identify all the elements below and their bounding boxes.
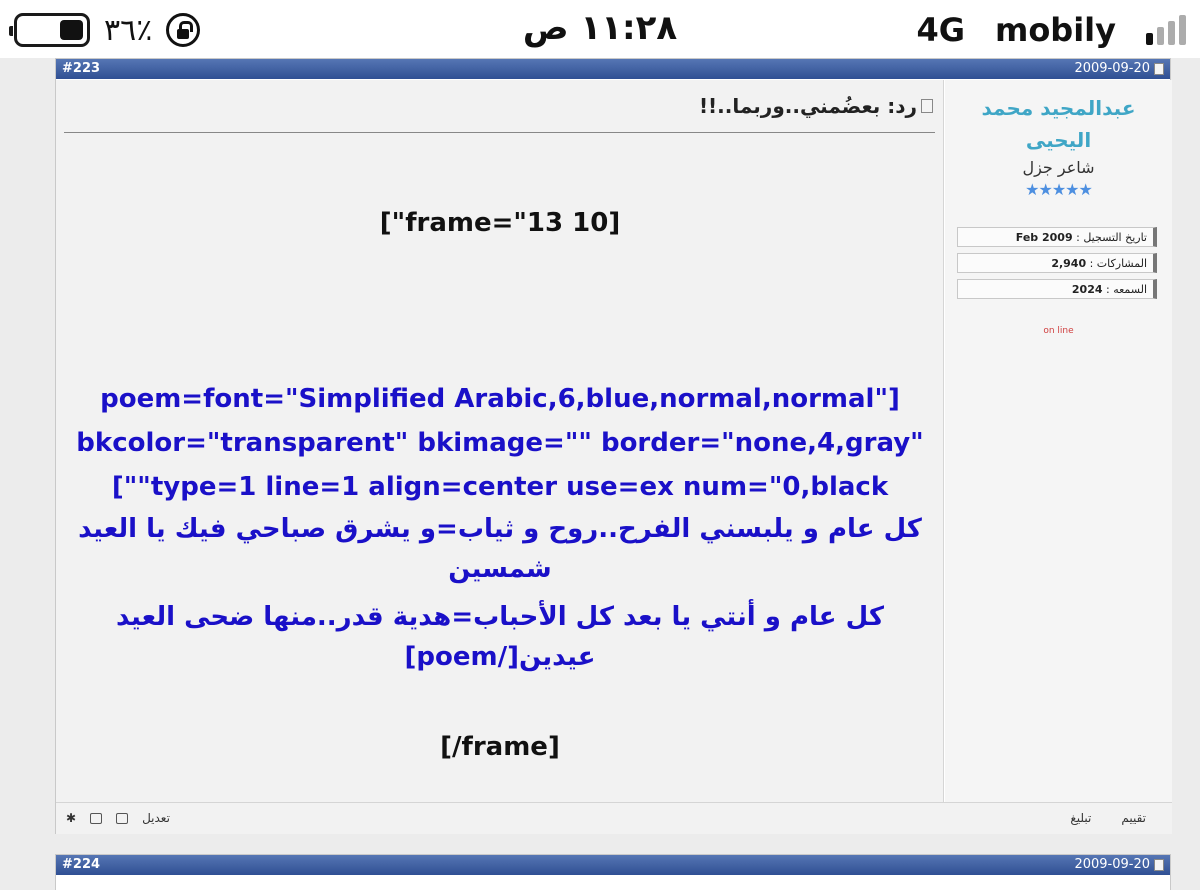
footer-actions: ✱ تعديل [66, 811, 170, 825]
quote-icon[interactable] [116, 812, 129, 824]
status-right: 4G mobily [916, 10, 1186, 50]
username-line[interactable]: عبدالمجيد محمد [945, 92, 1172, 124]
post-date-text: 2009-09-20 [1074, 857, 1150, 872]
stat-reputation: السمعه : 2024 [957, 279, 1157, 299]
stat-join-date: تاريخ التسجيل : Feb 2009 [957, 227, 1157, 247]
footer-links: تقييم تبليغ [1070, 811, 1146, 825]
asterisk-icon[interactable]: ✱ [66, 811, 76, 825]
poem-param-line: poem=font="Simplified Arabic,6,blue,norm… [100, 384, 900, 414]
post: #223 2009-09-20 رد: بعضُمني..وربما..!! [… [55, 58, 1172, 834]
post-date: 2009-09-20 [1074, 857, 1164, 872]
title-divider [64, 132, 935, 133]
post-date-text: 2009-09-20 [1074, 61, 1150, 76]
report-button[interactable]: تبليغ [1070, 811, 1091, 825]
multi-quote-icon[interactable] [90, 812, 103, 824]
network-type: 4G [916, 11, 965, 49]
frame-close-tag: [/frame] [440, 732, 560, 762]
document-icon [1154, 858, 1164, 871]
signal-bars-icon [1146, 15, 1186, 45]
user-rank: شاعر جزل [1022, 158, 1095, 177]
username-line[interactable]: اليحيى [945, 124, 1172, 156]
username-link[interactable]: عبدالمجيد محمد اليحيى [945, 92, 1172, 156]
post-body: رد: بعضُمني..وربما..!! ["frame="13 10] p… [56, 80, 1172, 802]
post-title-icon [921, 99, 933, 113]
poem-verse: عيدين[/poem] [404, 642, 596, 672]
poem-verse: كل عام و يلبسني الفرح..روح و ثياب=و يشرق… [78, 514, 922, 544]
post-title: رد: بعضُمني..وربما..!! [699, 94, 933, 118]
document-icon [1154, 62, 1164, 75]
status-bar: ٣٦٪ ١١:٢٨ ص 4G mobily [0, 0, 1200, 58]
post-date: 2009-09-20 [1074, 61, 1164, 76]
poem-verse: كل عام و أنتي يا بعد كل الأحباب=هدية قدر… [116, 602, 884, 632]
stat-posts: المشاركات : 2,940 [957, 253, 1157, 273]
post-footer: ✱ تعديل تقييم تبليغ [56, 802, 1172, 834]
post: #224 2009-09-20 [55, 854, 1171, 890]
user-info-panel: عبدالمجيد محمد اليحيى شاعر جزل ★★★★★ تار… [945, 80, 1172, 802]
forum-page[interactable]: #223 2009-09-20 رد: بعضُمني..وربما..!! [… [0, 58, 1200, 890]
rate-button[interactable]: تقييم [1121, 811, 1146, 825]
carrier-name: mobily [994, 11, 1116, 49]
frame-open-tag: ["frame="13 10] [379, 208, 621, 238]
post-number-link[interactable]: #223 [62, 61, 100, 76]
poem-param-line: bkcolor="transparent" bkimage="" border=… [76, 428, 924, 458]
poem-param-line: [""type=1 line=1 align=center use=ex num… [111, 472, 889, 502]
poem-verse: شمسين [448, 554, 552, 584]
post-title-text: رد: بعضُمني..وربما..!! [698, 94, 917, 118]
post-number-link[interactable]: #224 [62, 857, 100, 872]
post-header: #223 2009-09-20 [56, 59, 1170, 79]
post-header: #224 2009-09-20 [56, 855, 1170, 875]
edit-button[interactable]: تعديل [142, 811, 170, 825]
rank-stars-icon: ★★★★★ [1025, 180, 1093, 199]
post-content: رد: بعضُمني..وربما..!! ["frame="13 10] p… [56, 80, 944, 802]
online-status: on line [1043, 326, 1074, 336]
